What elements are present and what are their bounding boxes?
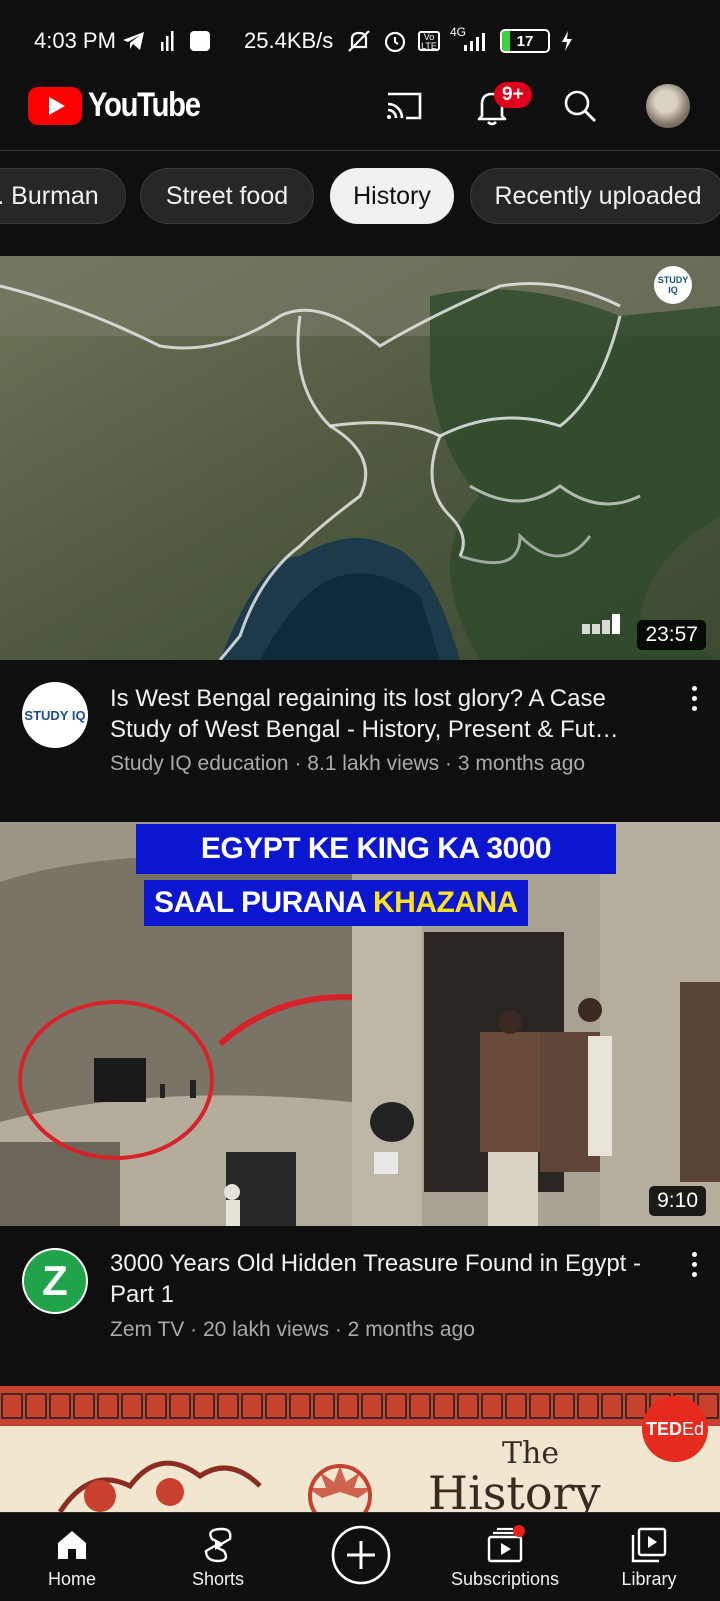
chip-recently-uploaded[interactable]: Recently uploaded bbox=[470, 168, 720, 224]
nav-subscriptions[interactable]: Subscriptions bbox=[440, 1513, 570, 1601]
video-duration: 23:57 bbox=[637, 620, 706, 650]
chip-history[interactable]: History bbox=[330, 168, 454, 224]
cast-icon[interactable] bbox=[382, 84, 426, 128]
thumbnail-headline-line2: SAAL PURANA KHAZANA bbox=[144, 880, 528, 926]
header-divider bbox=[0, 150, 720, 151]
video-title[interactable]: Is West Bengal regaining its lost glory?… bbox=[110, 683, 658, 745]
youtube-play-icon bbox=[28, 86, 82, 125]
nav-home[interactable]: Home bbox=[40, 1513, 104, 1601]
status-time: 4:03 PM bbox=[34, 28, 116, 53]
video-thumbnail[interactable]: EGYPT KE KING KA 3000 SAAL PURANA KHAZAN… bbox=[0, 822, 720, 1226]
channel-watermark: STUDY IQ bbox=[654, 266, 692, 304]
video-thumbnail[interactable]: STUDY IQ 23:57 bbox=[0, 256, 720, 660]
bengal-map-image bbox=[0, 256, 720, 660]
channel-avatar-studyiq[interactable]: STUDY IQ bbox=[22, 682, 88, 748]
notification-count-badge: 9+ bbox=[494, 82, 532, 108]
youtube-logo[interactable]: YouTube bbox=[28, 86, 218, 125]
chip-burman[interactable]: . Burman bbox=[0, 168, 126, 224]
nav-shorts[interactable]: Shorts bbox=[178, 1513, 258, 1601]
library-icon bbox=[631, 1527, 667, 1563]
app-header: YouTube 9+ bbox=[0, 62, 720, 150]
network-speed: 25.4KB/s bbox=[244, 28, 334, 53]
charging-icon bbox=[562, 31, 572, 51]
chip-street-food[interactable]: Street food bbox=[140, 168, 314, 224]
bottom-navigation: Home Shorts Subscriptions Library bbox=[0, 1512, 720, 1601]
battery-icon: 17 bbox=[500, 29, 550, 53]
telegram-icon bbox=[123, 32, 144, 50]
thumbnail-headline-line1: EGYPT KE KING KA 3000 bbox=[136, 824, 616, 874]
channel-avatar-zemtv[interactable]: Z bbox=[22, 1248, 88, 1314]
mute-bell-icon bbox=[348, 30, 370, 52]
video-metadata: Zem TV · 20 lakh views · 2 months ago bbox=[110, 1318, 475, 1341]
alarm-icon bbox=[384, 31, 406, 53]
shorts-icon bbox=[204, 1527, 232, 1563]
quality-bars-icon bbox=[582, 614, 620, 634]
ted-ed-badge: TED Ed bbox=[642, 1396, 708, 1462]
search-icon[interactable] bbox=[558, 84, 602, 128]
video-thumbnail[interactable]: The History TED Ed bbox=[0, 1386, 720, 1512]
volte-icon: Vo LTE bbox=[418, 31, 440, 51]
home-icon bbox=[58, 1531, 86, 1559]
create-plus-icon bbox=[331, 1525, 391, 1585]
signal-bars-icon bbox=[161, 31, 174, 51]
status-bar: 4:03 PM 25.4KB/s Vo LTE 4G 17 bbox=[0, 0, 720, 62]
category-chips: . Burman Street food History Recently up… bbox=[0, 168, 720, 226]
mobile-signal-icon: 4G bbox=[450, 25, 490, 53]
app-notification-icon bbox=[190, 31, 210, 51]
nav-library[interactable]: Library bbox=[614, 1513, 684, 1601]
thumbnail-title-history: History bbox=[428, 1466, 601, 1512]
video-title[interactable]: 3000 Years Old Hidden Treasure Found in … bbox=[110, 1248, 658, 1310]
nav-create[interactable] bbox=[330, 1513, 392, 1601]
more-options-icon[interactable] bbox=[684, 1244, 704, 1284]
ted-ed-history-image bbox=[0, 1386, 720, 1512]
video-duration: 9:10 bbox=[649, 1186, 706, 1216]
video-metadata: Study IQ education · 8.1 lakh views · 3 … bbox=[110, 752, 586, 775]
more-options-icon[interactable] bbox=[684, 678, 704, 718]
subscriptions-icon bbox=[487, 1525, 525, 1563]
account-avatar[interactable] bbox=[646, 84, 690, 128]
